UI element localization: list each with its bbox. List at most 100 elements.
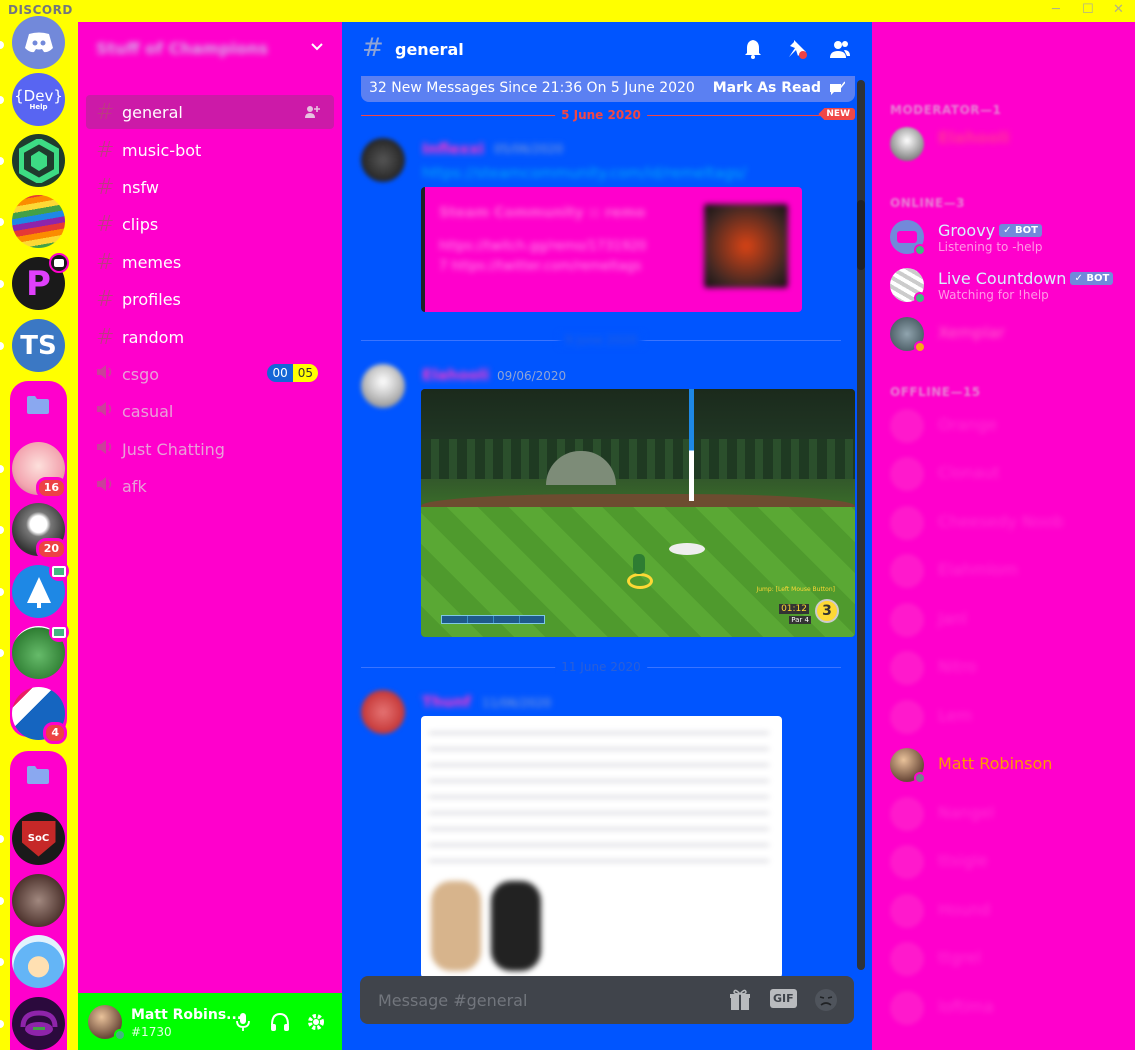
member-item[interactable]: Hound (890, 890, 1130, 932)
member-item[interactable]: Nitro (890, 647, 1130, 689)
avatar (890, 991, 924, 1025)
message-input[interactable] (378, 989, 698, 1011)
server-ts[interactable]: TS (12, 319, 65, 372)
channel-general[interactable]: # general (86, 95, 334, 129)
gif-button[interactable]: GIF (770, 989, 797, 1008)
channel-name: casual (122, 401, 174, 421)
avatar (890, 797, 924, 831)
server-frog[interactable] (12, 622, 69, 679)
voice-channel-afk[interactable]: afk (86, 469, 334, 503)
voice-channel-casual[interactable]: casual (86, 394, 334, 428)
channel-name: profiles (122, 289, 181, 309)
embed-description: https://twitch.gg/remo/1731920 (439, 239, 647, 254)
channel-random[interactable]: # random (86, 320, 334, 354)
member-item[interactable]: Lem (890, 696, 1130, 738)
server-avatar[interactable] (12, 874, 65, 927)
avatar-server-icon (12, 874, 65, 927)
server-rainbow[interactable] (12, 195, 65, 248)
channel-clips[interactable]: # clips (86, 207, 334, 241)
channel-memes[interactable]: # memes (86, 245, 334, 279)
new-messages-bar[interactable]: 32 New Messages Since 21:36 On 5 June 20… (361, 76, 855, 102)
headphones-icon[interactable] (269, 1011, 291, 1033)
online-status-icon (114, 1029, 126, 1041)
member-name: loftima (938, 997, 994, 1016)
member-item[interactable]: ttgrel (890, 938, 1130, 980)
member-item[interactable]: Nangel (890, 793, 1130, 835)
member-list-icon[interactable] (829, 38, 851, 60)
server-blue-mascot[interactable]: 4 (12, 687, 67, 744)
speaker-icon (97, 477, 112, 491)
member-item[interactable]: Janl (890, 599, 1130, 641)
avatar[interactable] (361, 690, 405, 734)
member-name: Elahmlom (938, 560, 1018, 579)
server-anime[interactable] (12, 935, 65, 988)
add-member-icon[interactable] (304, 104, 320, 120)
gift-icon[interactable] (728, 988, 752, 1012)
embed-title[interactable]: Steam Community :: remo (439, 205, 645, 221)
avatar (890, 409, 924, 443)
home-button[interactable] (12, 16, 65, 69)
channel-music-bot[interactable]: # music-bot (86, 133, 334, 167)
user-panel: Matt Robins... #1730 (78, 993, 342, 1050)
avatar[interactable] (361, 364, 405, 408)
member-item[interactable]: Groovy ✓ BOT Listening to -help (890, 216, 1130, 258)
maximize-button[interactable]: ☐ (1082, 2, 1094, 17)
channel-nsfw[interactable]: # nsfw (86, 170, 334, 204)
minimize-button[interactable]: ─ (1052, 2, 1060, 17)
server-name: Stuff of Champions (96, 39, 269, 58)
server-p[interactable]: P (12, 253, 69, 310)
member-name: Orange (938, 415, 998, 434)
member-item[interactable]: Live Countdown ✓ BOT Watching for !help (890, 264, 1130, 306)
new-tag: NEW (818, 108, 855, 120)
member-item[interactable]: Xemplar (890, 313, 1130, 355)
voice-channel-just-chatting[interactable]: Just Chatting (86, 432, 334, 466)
member-name: Nangel (938, 803, 995, 822)
microphone-icon[interactable] (232, 1011, 254, 1033)
channel-name: memes (122, 252, 182, 272)
avatar (890, 700, 924, 734)
headset-server-icon (12, 997, 65, 1050)
voice-channel-csgo[interactable]: csgo 00 05 (86, 357, 334, 391)
avatar[interactable] (361, 138, 405, 182)
server-sleepy-girl[interactable]: 16 (12, 442, 67, 499)
member-name: Live Countdown (938, 269, 1067, 288)
message-link[interactable]: https://steamcommunity.com/id/remeltags/ (422, 164, 746, 182)
server-soc[interactable]: SoC (12, 812, 65, 865)
emoji-icon[interactable] (814, 988, 838, 1012)
screen-share-icon (49, 622, 69, 642)
pin-icon[interactable] (786, 38, 808, 60)
member-name: Groovy (938, 221, 996, 240)
chat-scrollbar[interactable] (857, 80, 865, 970)
member-item[interactable]: loftima (890, 987, 1130, 1029)
user-discriminator: #1730 (131, 1025, 172, 1039)
message-timestamp: 09/06/2020 (497, 369, 567, 383)
member-item[interactable]: Cheesedy Noob (890, 502, 1130, 544)
member-item[interactable]: Matt Robinson (890, 744, 1130, 786)
member-item[interactable]: Clonaut (890, 453, 1130, 495)
mark-as-read-button[interactable]: Mark As Read (713, 80, 821, 96)
member-item[interactable]: Elahmlom (890, 550, 1130, 592)
message-author[interactable]: Elahooli (422, 366, 489, 384)
close-button[interactable]: ✕ (1113, 2, 1124, 17)
member-item[interactable]: ttsigle (890, 841, 1130, 883)
hash-icon: # (96, 211, 115, 237)
channel-name: Just Chatting (122, 439, 225, 459)
message-author[interactable]: Inflexxi (422, 140, 484, 158)
member-item[interactable]: Elahooli (890, 123, 1130, 165)
channel-profiles[interactable]: # profiles (86, 282, 334, 316)
settings-gear-icon[interactable] (305, 1011, 327, 1033)
server-tree[interactable] (12, 561, 69, 618)
bell-icon[interactable] (742, 38, 764, 60)
message-author[interactable]: Thunf (422, 693, 471, 711)
server-hexagon[interactable] (12, 134, 65, 187)
member-group-header: ONLINE—3 (890, 196, 965, 210)
server-dev-help[interactable]: {Dev} Help (12, 73, 65, 126)
scrollbar-thumb[interactable] (857, 200, 865, 270)
server-sunglasses-guy[interactable]: 20 (12, 503, 67, 560)
member-item[interactable]: Orange (890, 405, 1130, 447)
member-name: Janl (938, 609, 968, 628)
server-headset[interactable] (12, 997, 65, 1050)
server-header[interactable]: Stuff of Champions (78, 22, 342, 76)
golf-screenshot-attachment[interactable]: Jump: [Left Mouse Button] 01:12 Par 4 3 (421, 389, 855, 637)
document-screenshot-attachment[interactable] (421, 716, 782, 978)
